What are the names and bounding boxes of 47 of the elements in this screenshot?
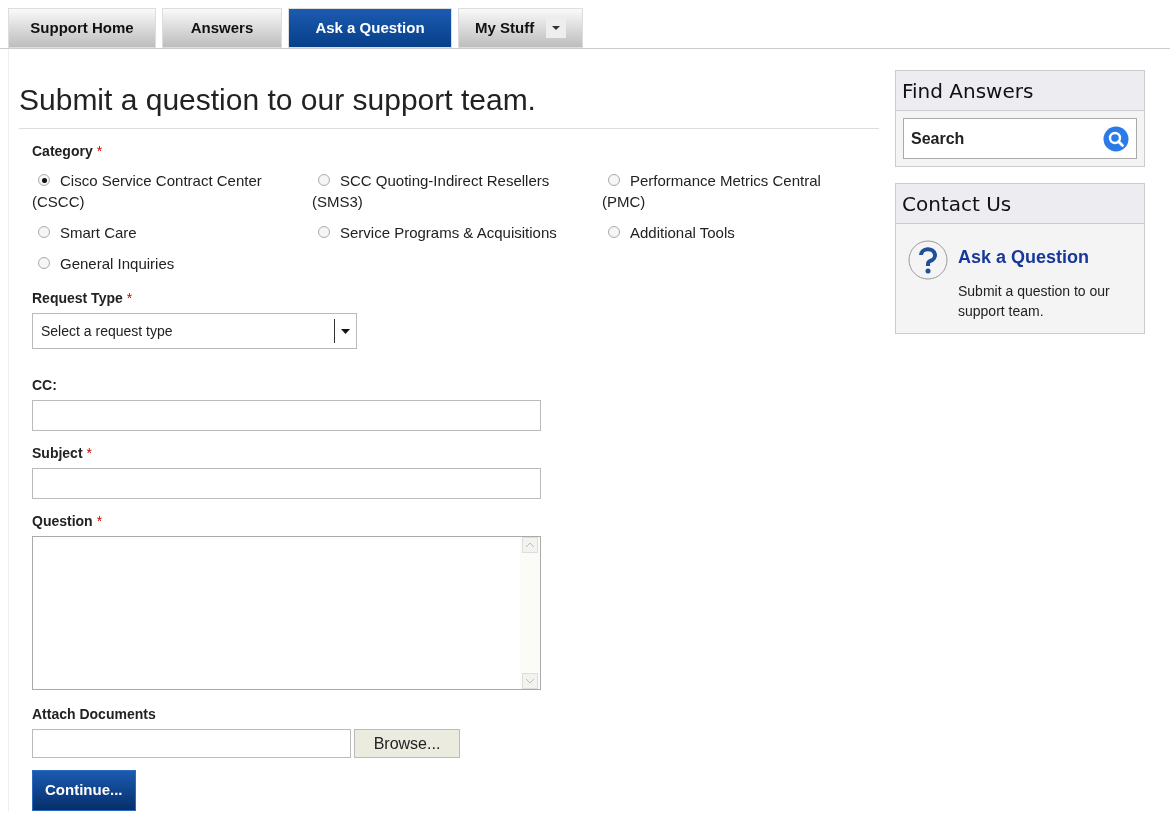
ask-question-link[interactable]: Ask a Question [958,244,1132,271]
text-field[interactable] [32,468,541,499]
search-icon[interactable] [1103,125,1129,152]
radio-label[interactable]: Performance Metrics Central (PMC) [602,170,852,212]
search-field[interactable]: Search [903,118,1137,159]
radio-button[interactable] [318,226,330,238]
radio-label[interactable]: Cisco Service Contract Center (CSCC) [32,170,282,212]
text-field[interactable] [32,400,541,431]
nav-tab[interactable]: Support Home [8,8,156,48]
browse-button[interactable]: Browse... [354,729,460,758]
scroll-down-icon[interactable] [522,673,538,689]
file-path-field[interactable] [32,729,351,758]
radio-button[interactable] [38,174,50,186]
radio-label[interactable]: Smart Care [32,222,282,243]
nav-tab[interactable]: My Stuff [458,8,584,48]
radio-button[interactable] [608,174,620,186]
field-label: CC: [32,376,57,395]
question-mark-icon [908,240,948,280]
radio-button[interactable] [318,174,330,186]
required-mark: * [126,289,133,308]
radio-label[interactable]: General Inquiries [32,253,282,274]
contact-description: Submit a question to our support team. [958,282,1111,321]
radio-label[interactable]: Additional Tools [602,222,852,243]
question-textarea[interactable] [32,536,541,690]
request-type-dropdown[interactable]: Select a request type [32,313,357,349]
radio-label[interactable]: Service Programs & Acquisitions [312,222,562,243]
field-label: Attach Documents [32,705,156,724]
field-label: Question [32,512,93,531]
scrollbar[interactable] [520,537,540,689]
required-mark: * [96,142,103,161]
radio-button[interactable] [608,226,620,238]
nav-tab[interactable]: Ask a Question [288,8,452,48]
field-label: Request Type [32,289,123,308]
required-mark: * [86,444,93,463]
scroll-up-icon[interactable] [522,537,538,553]
panel-title: Find Answers [902,77,1034,105]
page-title: Submit a question to our support team. [19,77,879,129]
panel-title: Contact Us [902,190,1012,218]
nav-tab[interactable]: Answers [162,8,282,48]
required-mark: * [96,512,103,531]
field-label: Subject [32,444,83,463]
caret-icon[interactable] [546,18,567,38]
radio-button[interactable] [38,257,50,269]
radio-button[interactable] [38,226,50,238]
continue-button[interactable]: Continue... [32,770,136,811]
radio-label[interactable]: SCC Quoting-Indirect Resellers (SMS3) [312,170,562,212]
field-label: Category [32,142,93,161]
